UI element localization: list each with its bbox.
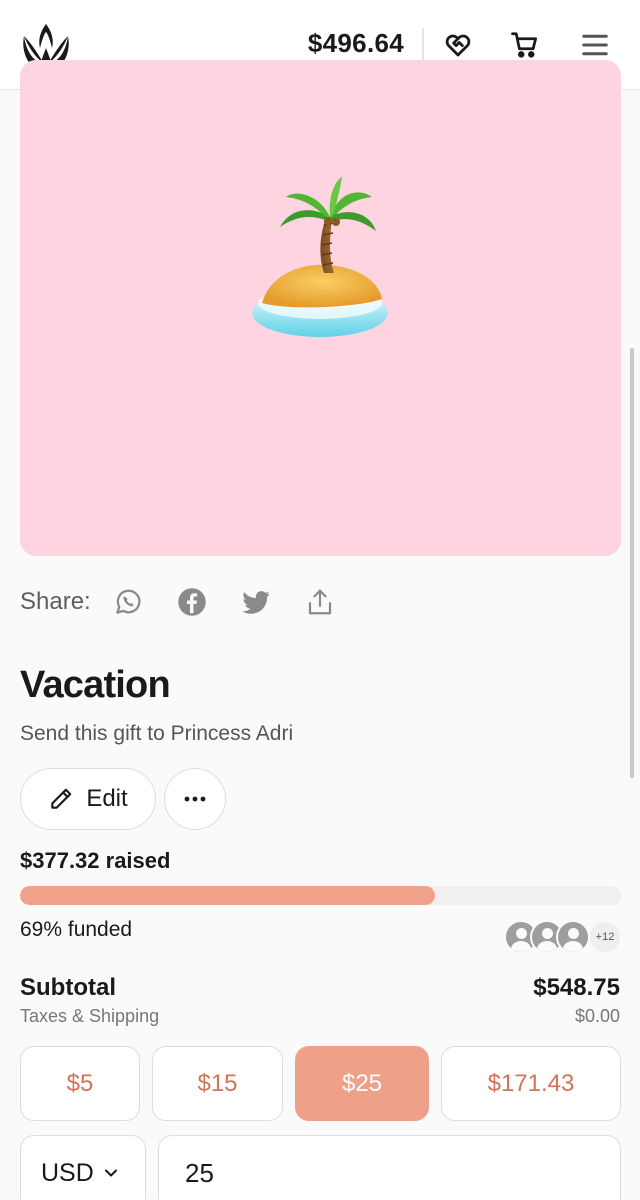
contributor-avatars[interactable]: +12 bbox=[504, 920, 620, 954]
more-horizontal-icon bbox=[184, 796, 206, 802]
amount-input[interactable] bbox=[158, 1135, 621, 1200]
funding-progress-fill bbox=[20, 886, 435, 905]
facebook-icon[interactable] bbox=[177, 587, 207, 617]
amount-option-5[interactable]: $5 bbox=[20, 1046, 140, 1121]
header-divider bbox=[422, 28, 424, 62]
edit-button[interactable]: Edit bbox=[20, 768, 156, 830]
share-label: Share: bbox=[20, 588, 91, 615]
amount-option-15[interactable]: $15 bbox=[152, 1046, 283, 1121]
edit-button-label: Edit bbox=[86, 785, 128, 812]
share-upload-icon[interactable] bbox=[305, 587, 335, 617]
amount-option-25[interactable]: $25 bbox=[295, 1046, 429, 1121]
cart-icon[interactable] bbox=[508, 28, 542, 62]
taxes-shipping-value: $0.00 bbox=[574, 1006, 620, 1026]
taxes-shipping-label: Taxes & Shipping bbox=[20, 1006, 160, 1026]
amount-raised: $377.32 raised bbox=[20, 848, 171, 873]
pencil-icon bbox=[51, 788, 72, 809]
currency-value: USD bbox=[41, 1158, 94, 1187]
gift-subtitle: Send this gift to Princess Adri bbox=[20, 722, 294, 745]
wallet-balance[interactable]: $496.64 bbox=[308, 28, 404, 59]
scrollbar[interactable] bbox=[630, 348, 634, 778]
chevron-down-icon bbox=[104, 1169, 117, 1177]
amount-option-171-43[interactable]: $171.43 bbox=[441, 1046, 621, 1121]
more-options-button[interactable] bbox=[164, 768, 226, 830]
twitter-icon[interactable] bbox=[241, 587, 271, 617]
share-row: Share: bbox=[20, 584, 369, 620]
gift-title: Vacation bbox=[20, 664, 171, 706]
subtotal-label: Subtotal bbox=[20, 974, 116, 1001]
heart-handshake-icon[interactable] bbox=[441, 28, 475, 62]
currency-select[interactable]: USD bbox=[20, 1135, 146, 1200]
desert-island-image bbox=[252, 177, 388, 337]
gift-hero-image bbox=[20, 60, 621, 556]
menu-icon[interactable] bbox=[578, 28, 612, 62]
avatar bbox=[556, 920, 590, 954]
funding-progress-bar bbox=[20, 886, 621, 905]
contributors-more-count: +12 bbox=[590, 922, 620, 952]
subtotal-value: $548.75 bbox=[533, 974, 620, 1001]
funded-percentage: 69% funded bbox=[20, 918, 133, 941]
whatsapp-icon[interactable] bbox=[113, 587, 143, 617]
